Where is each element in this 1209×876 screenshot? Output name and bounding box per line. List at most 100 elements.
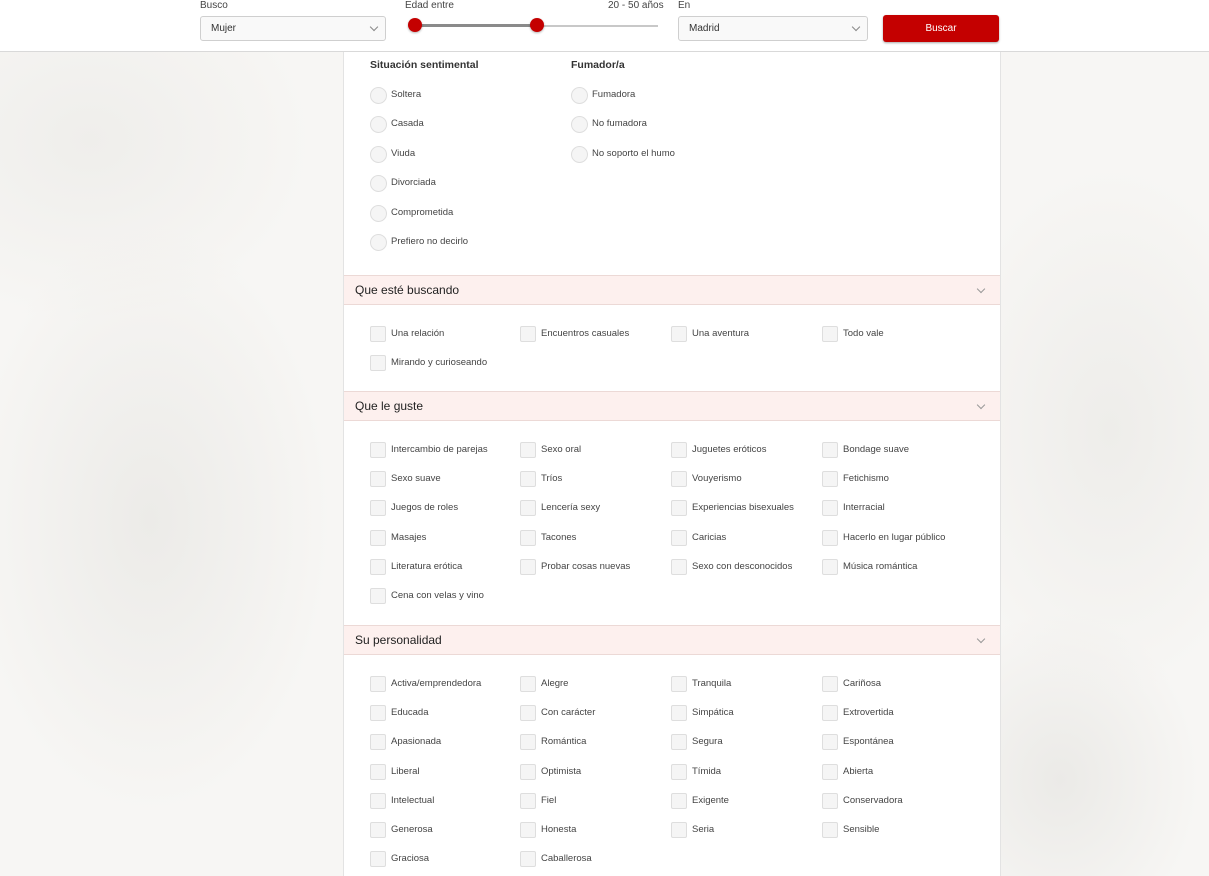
option-label: Liberal: [391, 765, 420, 777]
option-label: Romántica: [541, 736, 587, 748]
age-max-handle[interactable]: [529, 18, 544, 32]
checkbox[interactable]: [822, 500, 838, 517]
checkbox[interactable]: [671, 471, 687, 488]
chevron-down-icon[interactable]: [976, 634, 986, 644]
search-button[interactable]: Buscar: [883, 15, 999, 42]
checkbox[interactable]: [370, 326, 386, 342]
checkbox[interactable]: [520, 471, 536, 488]
option-label: Caricias: [692, 531, 727, 543]
radio-button[interactable]: [370, 145, 387, 163]
option-label: Tacones: [541, 531, 577, 543]
location-select[interactable]: Madrid: [678, 16, 868, 41]
option-label: Activa/emprendedora: [391, 678, 482, 689]
checkbox[interactable]: [822, 822, 838, 838]
option-label: Todo vale: [843, 328, 884, 339]
checkbox[interactable]: [520, 500, 536, 517]
checkbox[interactable]: [370, 355, 386, 372]
age-label: Edad entre: [405, 0, 454, 11]
checkbox[interactable]: [822, 792, 838, 809]
section-title: Que le guste: [355, 399, 424, 413]
checkbox[interactable]: [520, 851, 536, 868]
checkbox[interactable]: [671, 500, 687, 517]
option-label: Divorciada: [391, 177, 436, 189]
section-title: Su personalidad: [355, 633, 442, 647]
radio-button[interactable]: [370, 175, 387, 193]
radio-button[interactable]: [571, 145, 588, 163]
option-label: Mirando y curioseando: [391, 357, 488, 369]
section-header-que-este-buscando[interactable]: Que esté buscando: [344, 275, 1000, 305]
option-label: Con carácter: [541, 707, 596, 719]
age-min-handle[interactable]: [408, 18, 422, 32]
option-label: Juguetes eróticos: [692, 444, 767, 455]
checkbox[interactable]: [520, 792, 536, 809]
option-label: Experiencias bisexuales: [692, 502, 794, 514]
option-label: Soltera: [391, 89, 422, 100]
checkbox[interactable]: [822, 558, 838, 575]
section-header-su-personalidad[interactable]: Su personalidad: [344, 625, 1000, 655]
chevron-down-icon[interactable]: [976, 284, 986, 294]
smoker-title: Fumador/a: [571, 59, 625, 71]
looking-for-select[interactable]: Mujer: [200, 16, 386, 41]
checkbox[interactable]: [520, 763, 536, 780]
checkbox[interactable]: [822, 326, 838, 342]
checkbox[interactable]: [370, 471, 386, 488]
option-label: Vouyerismo: [692, 473, 742, 485]
checkbox[interactable]: [370, 822, 386, 838]
option-label: Extrovertida: [843, 707, 894, 719]
checkbox[interactable]: [370, 851, 386, 868]
checkbox[interactable]: [671, 529, 687, 546]
checkbox[interactable]: [671, 822, 687, 838]
radio-button[interactable]: [571, 116, 588, 134]
checkbox[interactable]: [671, 734, 687, 751]
radio-button[interactable]: [370, 87, 387, 104]
filters-panel: Situación sentimental Fumador/a Soltera C…: [343, 51, 1001, 876]
search-bar: Busco Mujer Edad entre 20 - 50 años En M…: [0, 0, 1209, 52]
checkbox[interactable]: [520, 705, 536, 722]
checkbox[interactable]: [822, 442, 838, 458]
checkbox[interactable]: [822, 676, 838, 692]
radio-button[interactable]: [571, 87, 588, 104]
checkbox[interactable]: [520, 734, 536, 751]
checkbox[interactable]: [520, 326, 536, 342]
option-label: Casada: [391, 118, 424, 130]
checkbox[interactable]: [520, 442, 536, 458]
checkbox[interactable]: [370, 588, 386, 604]
option-label: Intercambio de parejas: [391, 444, 488, 455]
option-label: Encuentros casuales: [541, 328, 630, 339]
radio-button[interactable]: [370, 234, 387, 251]
checkbox[interactable]: [370, 705, 386, 722]
checkbox[interactable]: [370, 558, 386, 575]
checkbox[interactable]: [671, 676, 687, 692]
option-label: Viuda: [391, 147, 416, 159]
checkbox[interactable]: [520, 558, 536, 575]
checkbox[interactable]: [822, 734, 838, 751]
radio-button[interactable]: [370, 116, 387, 134]
checkbox[interactable]: [671, 705, 687, 722]
section-header-que-le-guste[interactable]: Que le guste: [344, 391, 1000, 421]
option-label: Sensible: [843, 824, 880, 835]
checkbox[interactable]: [671, 558, 687, 575]
checkbox[interactable]: [370, 763, 386, 780]
checkbox[interactable]: [520, 822, 536, 838]
checkbox[interactable]: [822, 471, 838, 488]
checkbox[interactable]: [370, 442, 386, 458]
checkbox[interactable]: [671, 442, 687, 458]
checkbox[interactable]: [822, 763, 838, 780]
checkbox[interactable]: [671, 763, 687, 780]
checkbox[interactable]: [822, 529, 838, 546]
option-label: Abierta: [843, 765, 874, 777]
checkbox[interactable]: [822, 705, 838, 722]
option-label: Sexo oral: [541, 444, 582, 455]
checkbox[interactable]: [520, 676, 536, 692]
checkbox[interactable]: [370, 676, 386, 692]
chevron-down-icon[interactable]: [976, 400, 986, 410]
option-label: Tríos: [541, 473, 563, 485]
checkbox[interactable]: [671, 792, 687, 809]
checkbox[interactable]: [370, 792, 386, 809]
checkbox[interactable]: [671, 326, 687, 342]
radio-button[interactable]: [370, 204, 387, 222]
checkbox[interactable]: [370, 734, 386, 751]
checkbox[interactable]: [370, 500, 386, 517]
checkbox[interactable]: [370, 529, 386, 546]
checkbox[interactable]: [520, 529, 536, 546]
